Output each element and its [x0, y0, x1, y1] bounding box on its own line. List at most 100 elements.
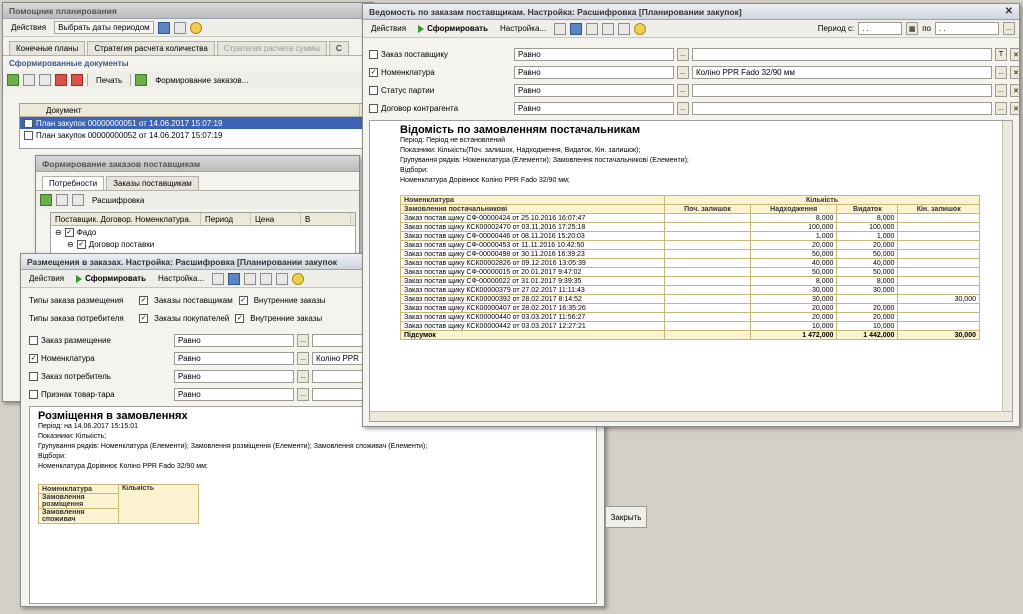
condition-select[interactable]: Равно: [514, 84, 674, 97]
save-icon[interactable]: [173, 21, 186, 34]
table-row[interactable]: Заказ постав щику СФ-00000022 от 31.01.2…: [400, 276, 980, 286]
table-row[interactable]: Заказ постав щику КСК00000440 от 03.03.2…: [400, 312, 980, 322]
vertical-scrollbar[interactable]: [1002, 121, 1012, 413]
decode-button[interactable]: Расшифровка: [88, 194, 148, 207]
copy-icon[interactable]: [23, 74, 35, 86]
ellipsis-button[interactable]: ...: [1003, 22, 1015, 35]
col-v[interactable]: В: [301, 213, 351, 225]
filter-value-input[interactable]: [692, 48, 992, 61]
calendar-icon[interactable]: ▦: [906, 22, 919, 35]
generate-button[interactable]: Сформировать: [414, 22, 492, 35]
edit-icon[interactable]: [39, 74, 51, 86]
col-supplier[interactable]: Поставщик. Договор. Номенклатура.: [51, 213, 201, 225]
table-row[interactable]: Заказ постав щику СФ-00000015 от 20.01.2…: [400, 267, 980, 277]
grid-icon[interactable]: [244, 272, 257, 285]
col-period[interactable]: Период: [201, 213, 251, 225]
checkbox[interactable]: [24, 130, 33, 140]
table-row[interactable]: Заказ постав щику КСК00000392 от 28.02.2…: [400, 294, 980, 304]
clear-icon[interactable]: ✕: [1010, 102, 1019, 115]
condition-select[interactable]: Равно: [514, 66, 674, 79]
ellipsis-button[interactable]: ...: [297, 352, 309, 365]
settings-icon[interactable]: [157, 21, 170, 34]
ellipsis-button[interactable]: ...: [677, 66, 689, 79]
ellipsis-button[interactable]: ...: [995, 102, 1007, 115]
edit-icon[interactable]: [72, 194, 84, 206]
actions-menu[interactable]: Действия: [367, 22, 410, 35]
checkbox[interactable]: [369, 50, 378, 59]
ellipsis-button[interactable]: ...: [297, 334, 309, 347]
tab-sum-strategy[interactable]: Стратегия расчета суммы: [216, 41, 327, 55]
table-row[interactable]: Заказ постав щику КСК00000379 от 27.02.2…: [400, 285, 980, 295]
tree-row[interactable]: ⊖ ✓ Договор поставки: [51, 238, 355, 250]
condition-select[interactable]: Равно: [174, 352, 294, 365]
cancel-icon[interactable]: [71, 74, 83, 86]
actions-menu[interactable]: Действия: [25, 272, 68, 285]
close-button[interactable]: Закрыть: [605, 506, 647, 528]
layout-icon[interactable]: [570, 22, 583, 35]
report-titlebar[interactable]: Ведомость по заказам поставщикам. Настро…: [363, 4, 1019, 20]
table-row[interactable]: План закупок 00000000052 от 14.06.2017 1…: [20, 129, 362, 141]
clear-icon[interactable]: ✕: [1010, 84, 1019, 97]
load-icon[interactable]: [618, 22, 631, 35]
help-icon[interactable]: [292, 272, 305, 285]
tab-supplier-orders[interactable]: Заказы поставщикам: [106, 176, 199, 190]
horizontal-scrollbar[interactable]: [370, 411, 1012, 421]
delete-icon[interactable]: [55, 74, 67, 86]
checkbox[interactable]: [369, 86, 378, 95]
add-icon[interactable]: [7, 74, 19, 86]
col-document[interactable]: Документ: [20, 104, 360, 116]
table-row[interactable]: Заказ постав щику КСК00002470 от 03.11.2…: [400, 222, 980, 232]
filter-value-input[interactable]: [692, 84, 992, 97]
ellipsis-button[interactable]: ...: [995, 84, 1007, 97]
checkbox[interactable]: ✓: [64, 227, 74, 237]
clear-icon[interactable]: ✕: [1010, 66, 1019, 79]
ellipsis-button[interactable]: ...: [297, 370, 309, 383]
clear-icon[interactable]: ✕: [1010, 48, 1019, 61]
add-icon[interactable]: [40, 194, 52, 206]
ellipsis-button[interactable]: ...: [677, 84, 689, 97]
period-from-input[interactable]: . .: [858, 22, 903, 35]
ellipsis-button[interactable]: ...: [995, 66, 1007, 79]
filter-value-input[interactable]: Коліно PPR Fado 32/90 мм: [692, 66, 992, 79]
table-row[interactable]: План закупок 00000000051 от 14.06.2017 1…: [20, 117, 362, 129]
table-row[interactable]: Заказ постав щику СФ-00000424 от 25.10.2…: [400, 213, 980, 223]
condition-select[interactable]: Равно: [174, 334, 294, 347]
grid-icon[interactable]: [586, 22, 599, 35]
save-icon[interactable]: [260, 272, 273, 285]
checkbox[interactable]: ✓: [238, 296, 248, 305]
copy-icon[interactable]: [56, 194, 68, 206]
checkbox[interactable]: [24, 118, 33, 128]
load-icon[interactable]: [276, 272, 289, 285]
checkbox[interactable]: [29, 372, 38, 381]
tree-row[interactable]: ⊖ ✓ Фадо: [51, 226, 355, 238]
table-row[interactable]: Заказ постав щику КСК00000407 от 28.02.2…: [400, 303, 980, 313]
filter-value-input[interactable]: [692, 102, 992, 115]
close-icon[interactable]: ✕: [1005, 6, 1013, 17]
generate-button[interactable]: Сформировать: [72, 272, 150, 285]
checkbox[interactable]: ✓: [139, 296, 148, 305]
table-row[interactable]: Заказ постав щику СФ-00000453 от 11.11.2…: [400, 240, 980, 250]
checkbox[interactable]: ✓: [235, 314, 245, 323]
condition-select[interactable]: Равно: [514, 102, 674, 115]
help-icon[interactable]: [634, 22, 647, 35]
checkbox[interactable]: [369, 104, 378, 113]
condition-select[interactable]: Равно: [514, 48, 674, 61]
refresh-icon[interactable]: [135, 74, 148, 86]
table-row[interactable]: Заказ постав щику КСК00000442 от 03.03.2…: [400, 321, 980, 331]
tab-qty-strategy[interactable]: Стратегия расчета количества: [87, 41, 215, 55]
checkbox[interactable]: ✓: [29, 354, 38, 363]
help-icon[interactable]: [189, 21, 202, 34]
condition-select[interactable]: Равно: [174, 388, 294, 401]
report-icon[interactable]: [212, 272, 225, 285]
settings-button[interactable]: Настройка...: [496, 22, 550, 35]
print-button[interactable]: Печать: [92, 74, 126, 87]
ellipsis-button[interactable]: T: [995, 48, 1007, 61]
checkbox[interactable]: [29, 390, 38, 399]
tab-final-plans[interactable]: Конечные планы: [9, 41, 86, 55]
collapse-icon[interactable]: ⊖: [55, 228, 62, 237]
order-forming-titlebar[interactable]: Формирование заказов поставщикам: [36, 156, 359, 172]
ellipsis-button[interactable]: ...: [677, 102, 689, 115]
checkbox[interactable]: [29, 336, 38, 345]
checkbox[interactable]: ✓: [76, 239, 86, 249]
planning-assistant-titlebar[interactable]: Помощник планирования: [3, 3, 373, 19]
